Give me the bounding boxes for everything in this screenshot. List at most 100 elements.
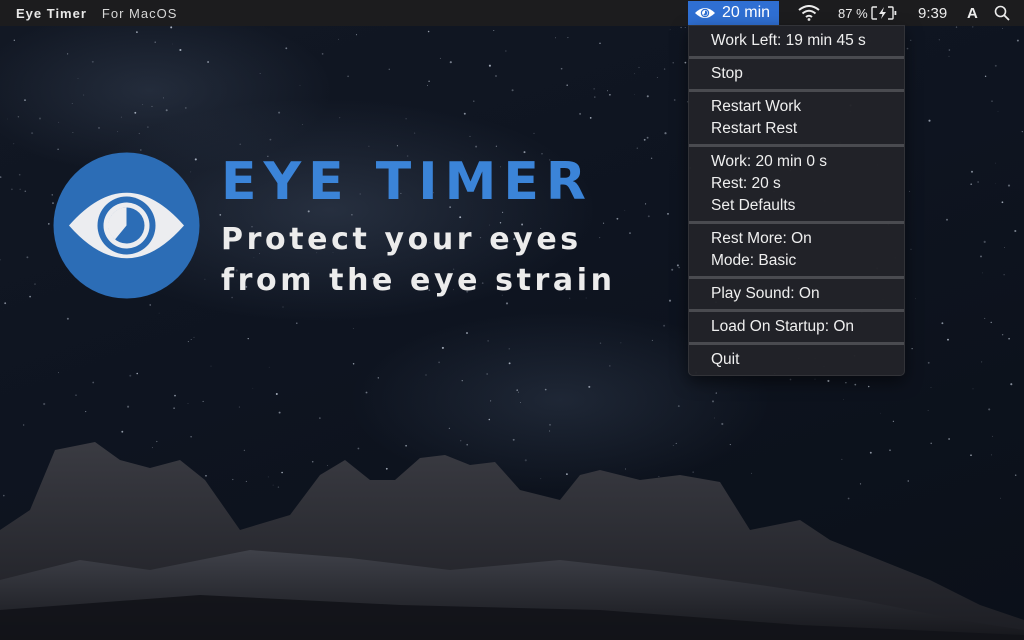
- star: [663, 68, 666, 70]
- menu-item-rest-more[interactable]: Rest More: On: [689, 228, 904, 250]
- star: [26, 256, 29, 259]
- star: [927, 361, 930, 364]
- menu-item-rest-duration[interactable]: Rest: 20 s: [689, 173, 904, 195]
- app-name[interactable]: Eye Timer: [16, 6, 87, 21]
- star: [459, 216, 462, 219]
- star: [845, 381, 847, 384]
- star: [275, 393, 278, 395]
- star: [1002, 28, 1003, 29]
- star: [676, 264, 679, 267]
- star: [928, 119, 931, 122]
- star: [47, 223, 50, 225]
- star: [136, 372, 138, 375]
- star: [867, 385, 870, 388]
- menu-item-mode[interactable]: Mode: Basic: [689, 250, 904, 272]
- status-timer-label: 20 min: [722, 4, 771, 21]
- star: [259, 73, 261, 74]
- battery-menu[interactable]: 87 %: [838, 0, 899, 26]
- star: [915, 298, 916, 300]
- menu-item-load-on-startup[interactable]: Load On Startup: On: [689, 316, 904, 338]
- star: [588, 385, 591, 388]
- star: [906, 47, 909, 50]
- star: [646, 95, 649, 98]
- wifi-menu[interactable]: [798, 0, 820, 26]
- star: [184, 106, 187, 109]
- star: [599, 42, 601, 45]
- menu-item-restart-work[interactable]: Restart Work: [689, 96, 904, 118]
- star: [609, 365, 611, 367]
- star: [624, 210, 626, 211]
- star: [31, 132, 34, 135]
- star: [988, 408, 991, 411]
- star: [405, 118, 407, 120]
- star: [396, 145, 398, 147]
- star: [365, 391, 368, 394]
- star: [994, 64, 997, 67]
- star: [202, 400, 204, 402]
- star: [672, 62, 674, 64]
- star: [438, 361, 441, 364]
- menu-item-quit[interactable]: Quit: [689, 349, 904, 371]
- star: [7, 118, 8, 120]
- menu-group-sound: Play Sound: On: [689, 279, 904, 309]
- star: [668, 299, 672, 302]
- star: [98, 126, 100, 129]
- star: [368, 145, 370, 147]
- star: [599, 342, 602, 344]
- star: [72, 132, 74, 133]
- star: [466, 332, 468, 334]
- star: [636, 147, 638, 149]
- star: [714, 417, 715, 419]
- star: [656, 77, 658, 78]
- star: [651, 339, 653, 341]
- star: [638, 66, 640, 69]
- star: [39, 117, 41, 120]
- star: [948, 49, 951, 51]
- star: [91, 60, 94, 63]
- clock[interactable]: 9:39: [918, 0, 947, 26]
- star: [0, 259, 1, 261]
- star: [990, 321, 992, 324]
- star: [34, 283, 36, 285]
- star: [92, 381, 95, 384]
- input-source-menu[interactable]: A: [967, 0, 978, 26]
- star: [377, 377, 379, 379]
- menu-item-stop[interactable]: Stop: [689, 63, 904, 85]
- star: [930, 387, 932, 389]
- star: [134, 111, 137, 114]
- star: [983, 240, 986, 243]
- star: [995, 183, 996, 185]
- star: [997, 110, 999, 112]
- star: [85, 411, 87, 413]
- star: [493, 30, 495, 31]
- star: [938, 39, 940, 41]
- status-timer-button[interactable]: 20 min: [688, 1, 779, 25]
- star: [75, 394, 77, 397]
- star: [941, 322, 944, 325]
- star: [204, 278, 206, 280]
- star: [425, 374, 427, 376]
- star: [977, 181, 979, 183]
- star: [620, 342, 622, 344]
- star: [603, 222, 605, 224]
- wifi-icon: [798, 5, 820, 21]
- star: [970, 183, 973, 186]
- star: [984, 317, 986, 319]
- menu-item-set-defaults[interactable]: Set Defaults: [689, 195, 904, 217]
- menu-item-play-sound[interactable]: Play Sound: On: [689, 283, 904, 305]
- star: [948, 55, 950, 57]
- star: [238, 406, 240, 408]
- menu-item-restart-rest[interactable]: Restart Rest: [689, 118, 904, 140]
- spotlight-button[interactable]: [994, 0, 1010, 26]
- star: [995, 162, 997, 164]
- star: [594, 96, 596, 98]
- star: [427, 30, 430, 33]
- eye-timer-logo-icon: [53, 152, 200, 299]
- app-subtitle[interactable]: For MacOS: [102, 6, 177, 21]
- star: [463, 112, 466, 115]
- star: [606, 90, 609, 92]
- menu-item-work-duration[interactable]: Work: 20 min 0 s: [689, 151, 904, 173]
- star: [187, 341, 189, 343]
- star: [1021, 130, 1023, 133]
- star: [71, 103, 73, 104]
